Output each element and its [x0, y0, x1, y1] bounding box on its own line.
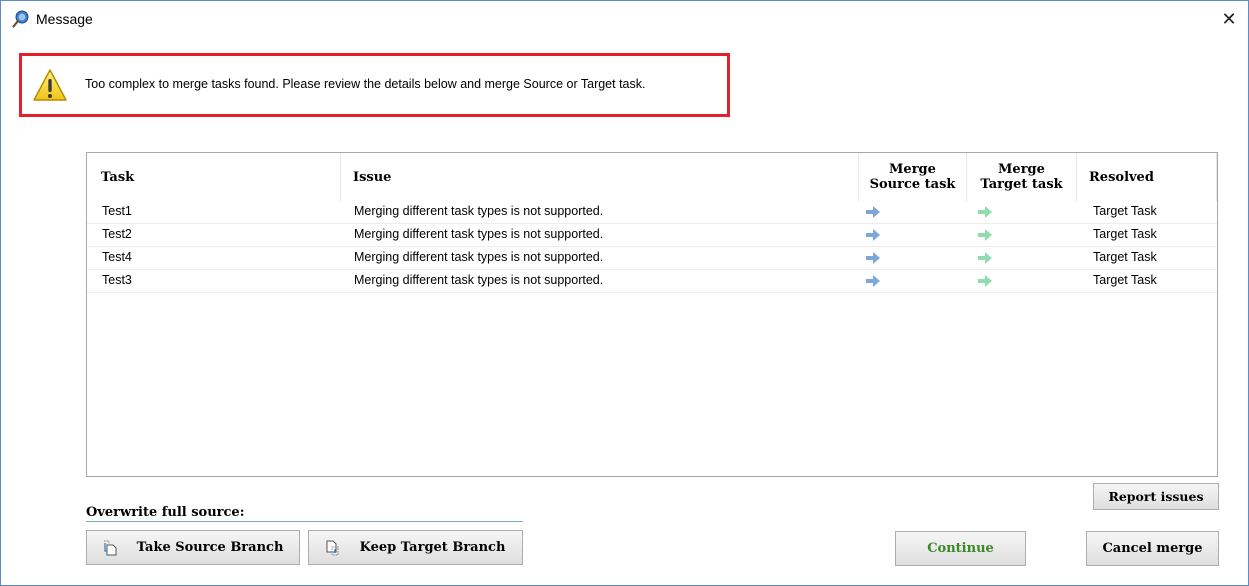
column-header-task[interactable]: Task — [87, 153, 341, 201]
merge-target-arrow-icon[interactable] — [978, 252, 992, 264]
table-header: Task Issue Merge Source task Merge Targe… — [87, 153, 1217, 201]
merge-target-cell — [978, 275, 992, 287]
alert-message-box: Too complex to merge tasks found. Please… — [19, 53, 730, 117]
table-row[interactable]: Test4 Merging different task types is no… — [87, 247, 1217, 270]
task-cell: Test2 — [102, 227, 132, 241]
message-icon — [12, 10, 29, 28]
resolved-cell: Target Task — [1093, 250, 1157, 264]
resolved-cell: Target Task — [1093, 273, 1157, 287]
column-header-issue[interactable]: Issue — [341, 153, 859, 201]
merge-target-arrow-icon[interactable] — [978, 229, 992, 241]
column-header-merge-source[interactable]: Merge Source task — [859, 153, 967, 201]
table-row[interactable]: Test1 Merging different task types is no… — [87, 201, 1217, 224]
keep-target-icon — [326, 540, 339, 555]
merge-target-arrow-icon[interactable] — [978, 206, 992, 218]
keep-target-branch-button[interactable]: Keep Target Branch — [308, 530, 523, 565]
overwrite-section-label: Overwrite full source: — [86, 505, 245, 520]
table-row[interactable]: Test2 Merging different task types is no… — [87, 224, 1217, 247]
keep-target-branch-label: Keep Target Branch — [359, 540, 506, 555]
take-source-icon — [103, 540, 117, 555]
issue-cell: Merging different task types is not supp… — [354, 227, 604, 241]
report-issues-button[interactable]: Report issues — [1093, 483, 1219, 510]
task-cell: Test3 — [102, 273, 132, 287]
table-row[interactable]: Test3 Merging different task types is no… — [87, 270, 1217, 293]
merge-target-arrow-icon[interactable] — [978, 275, 992, 287]
task-cell: Test4 — [102, 250, 132, 264]
merge-source-arrow-icon[interactable] — [866, 229, 880, 241]
title-bar: Message ✕ — [1, 1, 1248, 35]
merge-source-cell — [866, 252, 880, 264]
resolved-cell: Target Task — [1093, 227, 1157, 241]
merge-source-header-line1: Merge — [889, 162, 936, 177]
merge-target-cell — [978, 252, 992, 264]
merge-source-arrow-icon[interactable] — [866, 252, 880, 264]
merge-target-cell — [978, 229, 992, 241]
take-source-branch-label: Take Source Branch — [136, 540, 284, 555]
resolved-cell: Target Task — [1093, 204, 1157, 218]
merge-source-arrow-icon[interactable] — [866, 206, 880, 218]
column-header-merge-target[interactable]: Merge Target task — [967, 153, 1077, 201]
close-icon: ✕ — [1221, 9, 1237, 29]
take-source-branch-button[interactable]: Take Source Branch — [86, 530, 300, 565]
issue-cell: Merging different task types is not supp… — [354, 250, 604, 264]
close-button[interactable]: ✕ — [1214, 6, 1244, 32]
task-cell: Test1 — [102, 204, 132, 218]
merge-source-cell — [866, 275, 880, 287]
merge-source-cell — [866, 206, 880, 218]
merge-target-header-line2: Target task — [980, 177, 1063, 192]
issues-table: Task Issue Merge Source task Merge Targe… — [86, 152, 1218, 477]
merge-target-cell — [978, 206, 992, 218]
merge-source-cell — [866, 229, 880, 241]
window-title: Message — [36, 11, 93, 27]
message-dialog: Message ✕ Too complex to merge tasks fou… — [0, 0, 1249, 586]
merge-source-header-line2: Source task — [869, 177, 956, 192]
warning-icon — [33, 69, 67, 101]
continue-button[interactable]: Continue — [895, 531, 1026, 566]
overwrite-divider — [86, 521, 523, 522]
issue-cell: Merging different task types is not supp… — [354, 273, 604, 287]
merge-target-header-line1: Merge — [998, 162, 1045, 177]
alert-text: Too complex to merge tasks found. Please… — [85, 77, 646, 91]
merge-source-arrow-icon[interactable] — [866, 275, 880, 287]
column-header-resolved[interactable]: Resolved — [1077, 153, 1217, 201]
issue-cell: Merging different task types is not supp… — [354, 204, 604, 218]
cancel-merge-button[interactable]: Cancel merge — [1086, 531, 1219, 566]
